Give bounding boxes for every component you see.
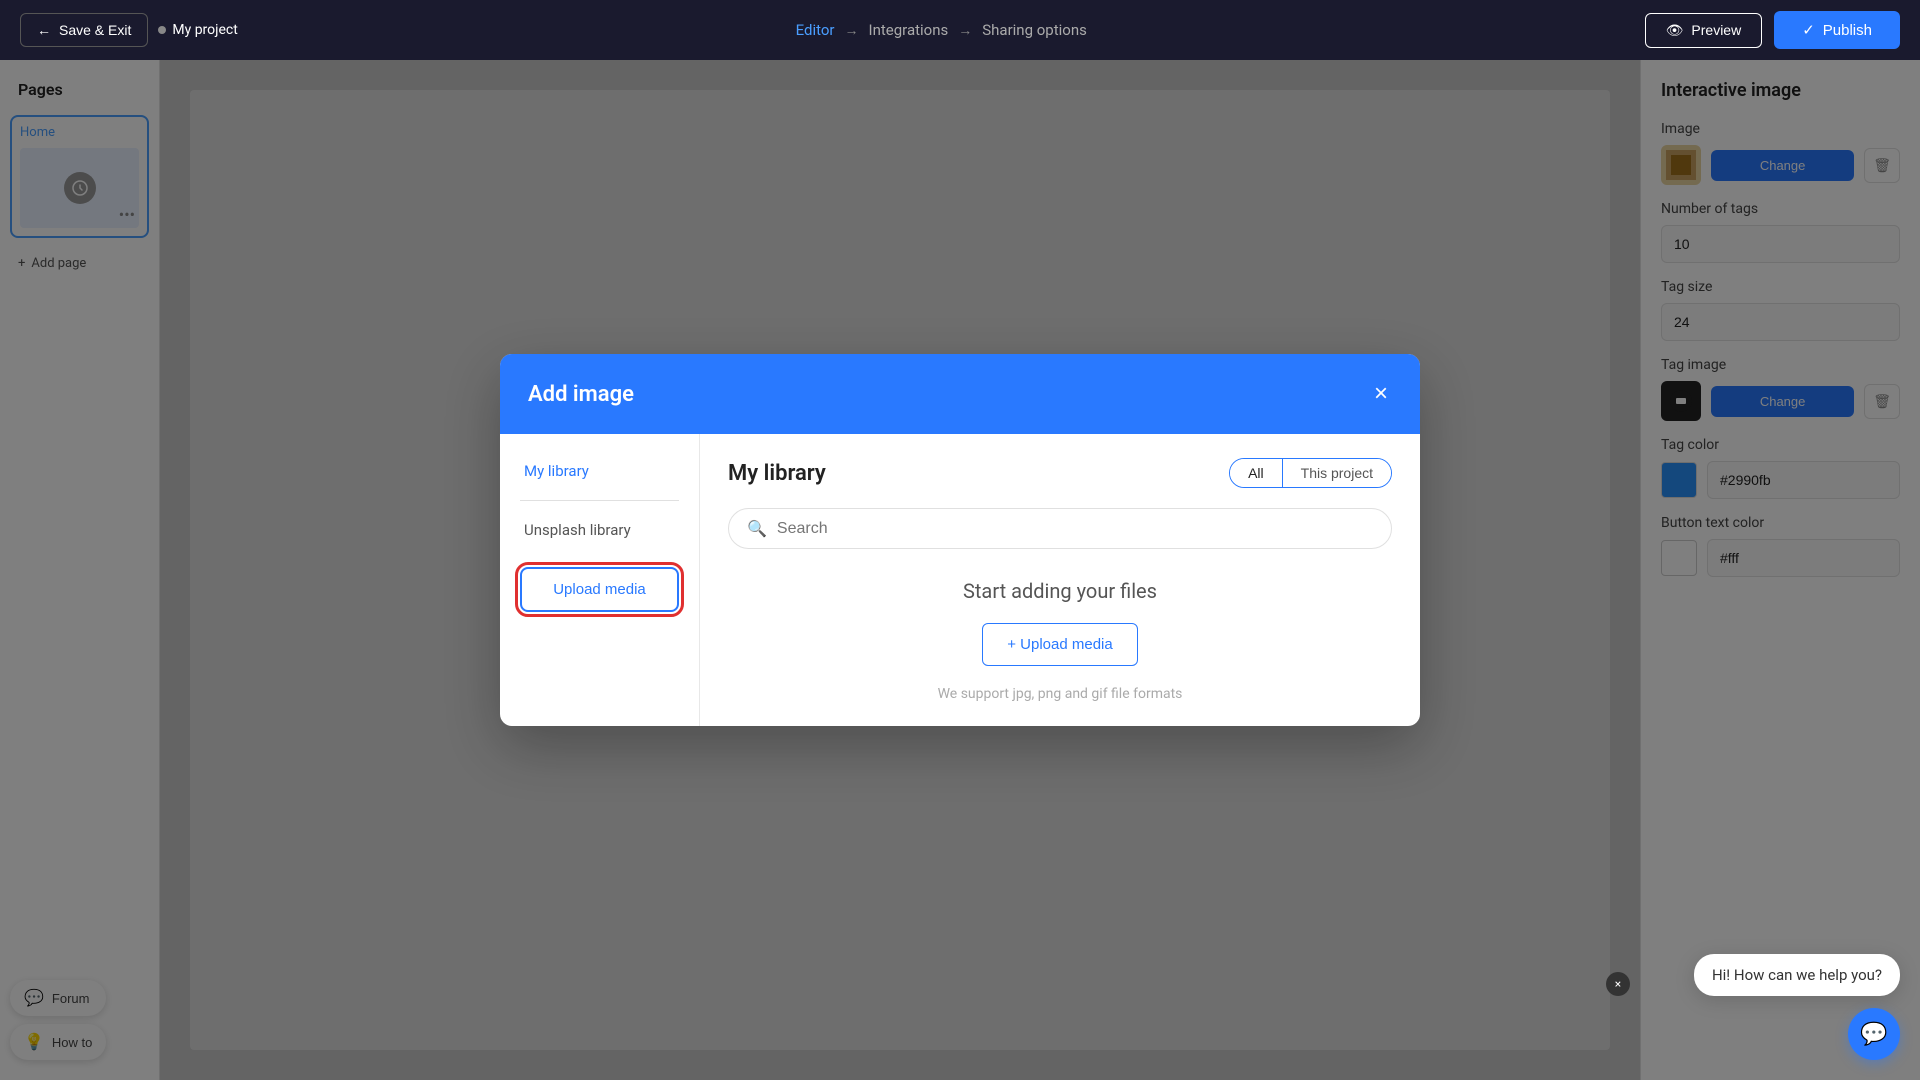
check-icon: ✓ xyxy=(1802,21,1815,39)
modal-main-content: My library All This project 🔍 Start addi… xyxy=(700,434,1420,726)
search-bar: 🔍 xyxy=(728,508,1392,549)
unsplash-library-nav-item[interactable]: Unsplash library xyxy=(520,513,679,547)
chat-close-button[interactable]: × xyxy=(1606,972,1630,996)
filter-all-button[interactable]: All xyxy=(1230,459,1283,487)
save-exit-button[interactable]: ← Save & Exit xyxy=(20,13,148,47)
save-exit-label: Save & Exit xyxy=(59,22,131,38)
modal-body: My library Unsplash library Upload media… xyxy=(500,434,1420,726)
sharing-options-nav-link[interactable]: Sharing options xyxy=(982,21,1087,39)
dot-icon xyxy=(158,26,166,34)
navbar: ← Save & Exit My project Editor → Integr… xyxy=(0,0,1920,60)
chat-bubble-button[interactable]: 💬 xyxy=(1848,1008,1900,1060)
navbar-right: 👁 Preview ✓ Publish xyxy=(1645,11,1900,49)
nav-divider xyxy=(520,500,679,501)
upload-media-sidebar-button[interactable]: Upload media xyxy=(520,567,679,612)
chat-tooltip: Hi! How can we help you? xyxy=(1694,954,1900,996)
eye-icon: 👁 xyxy=(1666,22,1684,39)
modal-content-header: My library All This project xyxy=(728,458,1392,488)
search-input[interactable] xyxy=(777,520,1373,538)
filter-this-project-button[interactable]: This project xyxy=(1283,459,1391,487)
preview-button[interactable]: 👁 Preview xyxy=(1645,13,1763,48)
messenger-icon: 💬 xyxy=(1860,1022,1887,1047)
project-name-indicator: My project xyxy=(158,22,237,38)
modal-close-button[interactable]: × xyxy=(1370,378,1392,410)
support-text: We support jpg, png and gif file formats xyxy=(938,686,1183,702)
my-library-nav-item[interactable]: My library xyxy=(520,454,679,488)
modal-overlay[interactable]: Add image × My library Unsplash library … xyxy=(0,0,1920,1080)
publish-button[interactable]: ✓ Publish xyxy=(1774,11,1900,49)
add-image-modal: Add image × My library Unsplash library … xyxy=(500,354,1420,726)
search-icon: 🔍 xyxy=(747,519,767,538)
arrow-right-icon-2: → xyxy=(958,22,972,39)
navbar-left: ← Save & Exit My project xyxy=(20,13,238,47)
modal-header: Add image × xyxy=(500,354,1420,434)
publish-label: Publish xyxy=(1823,22,1872,39)
editor-nav-link[interactable]: Editor xyxy=(796,21,835,39)
project-name-text: My project xyxy=(172,22,237,38)
arrow-left-icon: ← xyxy=(37,22,51,38)
modal-nav-sidebar: My library Unsplash library Upload media xyxy=(500,434,700,726)
modal-content-title: My library xyxy=(728,461,826,486)
integrations-nav-link[interactable]: Integrations xyxy=(869,21,949,39)
preview-label: Preview xyxy=(1691,22,1741,38)
upload-media-content-button[interactable]: + Upload media xyxy=(982,623,1137,666)
filter-buttons: All This project xyxy=(1229,458,1392,488)
modal-title: Add image xyxy=(528,382,634,407)
arrow-right-icon-1: → xyxy=(845,22,859,39)
empty-state: Start adding your files + Upload media W… xyxy=(728,579,1392,702)
navbar-center: Editor → Integrations → Sharing options xyxy=(796,21,1087,39)
empty-state-title: Start adding your files xyxy=(963,579,1157,603)
chat-message: Hi! How can we help you? xyxy=(1712,966,1882,984)
